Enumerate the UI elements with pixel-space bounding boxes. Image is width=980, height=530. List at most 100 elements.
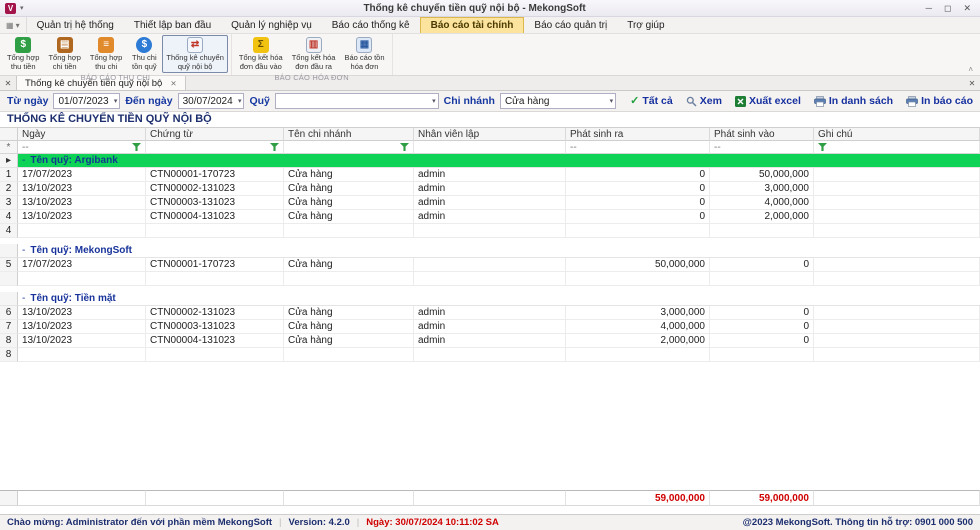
ribbon-button[interactable]: ≡Tổng hợp thu chi <box>86 35 126 73</box>
filter-cell[interactable] <box>814 141 980 154</box>
column-header[interactable]: Nhân viên lập <box>414 127 566 141</box>
ribbon: $Tổng hợp thu tiền▤Tổng hợp chi tiền≡Tổn… <box>0 34 980 76</box>
chevron-down-icon[interactable]: ▾ <box>432 97 436 105</box>
column-header[interactable]: Phát sinh vào <box>710 127 814 141</box>
filter-funnel-icon[interactable] <box>400 143 409 151</box>
data-row[interactable]: 813/10/2023CTN00004-131023Cửa hàngadmin2… <box>0 334 980 348</box>
to-date-input[interactable]: 30/07/2024 ▾ <box>178 93 245 109</box>
maximize-button[interactable]: ◻ <box>944 4 951 13</box>
ribbon-button[interactable]: ⇄Thống kê chuyển quỹ nội bộ <box>162 35 228 73</box>
blank-row: 8 <box>0 348 980 362</box>
cell: 0 <box>710 258 814 272</box>
collapse-icon[interactable]: - <box>22 155 25 166</box>
data-row[interactable]: 117/07/2023CTN00001-170723Cửa hàngadmin0… <box>0 168 980 182</box>
cell <box>414 224 566 238</box>
ribbon-button[interactable]: $Tổng hợp thu tiền <box>3 35 43 73</box>
menu-tab[interactable]: Quản trị hệ thống <box>27 17 124 33</box>
cell: 0 <box>710 306 814 320</box>
filter-cell[interactable]: -- <box>18 141 146 154</box>
ribbon-button[interactable]: ▦Báo cáo tồn hóa đơn <box>340 35 388 73</box>
cell: 13/10/2023 <box>18 210 146 224</box>
filter-funnel-icon[interactable] <box>270 143 279 151</box>
quick-access-dropdown-icon[interactable]: ▾ <box>20 4 24 12</box>
filter-funnel-icon[interactable] <box>818 143 827 151</box>
filter-cell[interactable] <box>414 141 566 154</box>
chevron-down-icon[interactable]: ▾ <box>114 97 118 105</box>
app-window: V ▾ Thống kê chuyển tiền quỹ nội bộ - Me… <box>0 0 980 530</box>
close-document-icon[interactable]: ✕ <box>964 76 980 90</box>
fund-select[interactable]: ▾ <box>275 93 439 109</box>
column-header[interactable]: Phát sinh ra <box>566 127 710 141</box>
collapse-icon[interactable]: - <box>22 245 25 256</box>
ribbon-button[interactable]: ▤Tổng hợp chi tiền <box>44 35 84 73</box>
ribbon-button-label: Thu chi tồn quỹ <box>132 54 157 71</box>
menu-tab[interactable]: Báo cáo thống kê <box>322 17 420 33</box>
cell <box>710 348 814 362</box>
print-list-button[interactable]: In danh sách <box>814 95 893 107</box>
cell <box>710 272 814 286</box>
filter-cell[interactable] <box>284 141 414 154</box>
ribbon-button[interactable]: ΣTổng kết hóa đơn đầu vào <box>235 35 287 73</box>
branch-select[interactable]: Cửa hàng ▾ <box>500 93 616 109</box>
collapse-icon[interactable]: - <box>22 293 25 304</box>
filter-cell[interactable]: -- <box>566 141 710 154</box>
group-label: -Tên quỹ: Tiền mặt <box>18 292 980 306</box>
cell <box>814 320 980 334</box>
row-number: 4 <box>0 224 18 238</box>
to-date-label: Đến ngày <box>125 95 172 107</box>
column-header[interactable]: Ngày <box>18 127 146 141</box>
filter-cell[interactable]: -- <box>710 141 814 154</box>
menu-tab[interactable]: Trợ giúp <box>617 17 674 33</box>
ribbon-collapse-icon[interactable]: ˄ <box>968 65 973 74</box>
chevron-down-icon[interactable]: ▾ <box>238 97 242 105</box>
menu-tab[interactable]: Thiết lập ban đầu <box>124 17 221 33</box>
cell <box>814 224 980 238</box>
filter-cell-value: -- <box>714 142 721 153</box>
row-indicator <box>0 244 18 258</box>
group-row[interactable]: ▸-Tên quỹ: Argibank <box>0 154 980 168</box>
data-row[interactable]: 213/10/2023CTN00002-131023Cửa hàngadmin0… <box>0 182 980 196</box>
data-row[interactable]: 413/10/2023CTN00004-131023Cửa hàngadmin0… <box>0 210 980 224</box>
cell: 0 <box>566 196 710 210</box>
filter-cell[interactable] <box>146 141 284 154</box>
menu-launcher-button[interactable]: ▦ ▾ <box>0 17 27 33</box>
print-icon <box>814 96 826 107</box>
action-label: Xem <box>700 95 722 107</box>
data-row[interactable]: 613/10/2023CTN00002-131023Cửa hàngadmin3… <box>0 306 980 320</box>
data-row[interactable]: 713/10/2023CTN00003-131023Cửa hàngadmin4… <box>0 320 980 334</box>
menu-tab[interactable]: Báo cáo tài chính <box>420 17 525 33</box>
footer-total-cell <box>814 490 980 506</box>
cell: admin <box>414 320 566 334</box>
menu-tab[interactable]: Báo cáo quản trị <box>524 17 617 33</box>
close-button[interactable]: ✕ <box>963 4 971 13</box>
data-row[interactable]: 313/10/2023CTN00003-131023Cửa hàngadmin0… <box>0 196 980 210</box>
column-header[interactable]: Tên chi nhánh <box>284 127 414 141</box>
from-date-input[interactable]: 01/07/2023 ▾ <box>53 93 120 109</box>
filter-funnel-icon[interactable] <box>132 143 141 151</box>
group-row[interactable]: -Tên quỹ: Tiền mặt <box>0 292 980 306</box>
ribbon-button[interactable]: ▥Tổng kết hóa đơn đầu ra <box>288 35 340 73</box>
export-excel-button[interactable]: Xuất excel <box>735 95 801 107</box>
column-header[interactable]: Ghi chú <box>814 127 980 141</box>
row-number: 7 <box>0 320 18 334</box>
cell <box>146 272 284 286</box>
cell <box>284 224 414 238</box>
ribbon-button[interactable]: $Thu chi tồn quỹ <box>127 35 161 73</box>
chevron-down-icon[interactable]: ▾ <box>610 97 614 105</box>
cell: Cửa hàng <box>284 210 414 224</box>
data-row[interactable]: 517/07/2023CTN00001-170723Cửa hàng50,000… <box>0 258 980 272</box>
invoice-out-icon: ▥ <box>306 37 322 53</box>
cell <box>814 182 980 196</box>
cell: admin <box>414 210 566 224</box>
filter-cell-value: -- <box>570 142 577 153</box>
view-button[interactable]: Xem <box>686 95 722 107</box>
print-report-button[interactable]: In báo cáo <box>906 95 973 107</box>
minimize-button[interactable]: ─ <box>926 4 932 13</box>
support-text: @2023 MekongSoft. Thông tin hỗ trợ: 0901… <box>743 517 973 528</box>
column-header[interactable]: Chứng từ <box>146 127 284 141</box>
group-row[interactable]: -Tên quỹ: MekongSoft <box>0 244 980 258</box>
menu-tab[interactable]: Quản lý nghiệp vụ <box>221 17 322 33</box>
select-all-button[interactable]: ✓Tất cả <box>630 95 673 107</box>
cell: 13/10/2023 <box>18 196 146 210</box>
menu-tab-bar: Quản trị hệ thốngThiết lập ban đầuQuản l… <box>27 17 675 33</box>
